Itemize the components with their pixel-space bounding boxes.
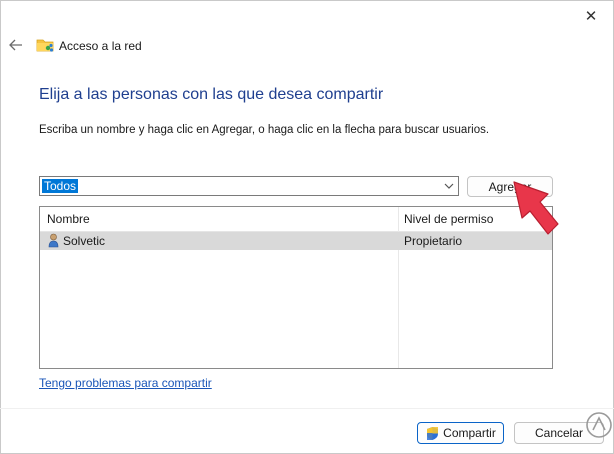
user-combobox[interactable]: Todos bbox=[39, 176, 459, 196]
row-name: Solvetic bbox=[63, 234, 106, 248]
uac-shield-icon bbox=[427, 426, 439, 440]
row-permission[interactable]: Propietario bbox=[404, 234, 462, 248]
user-icon bbox=[48, 233, 59, 248]
back-arrow-icon bbox=[9, 39, 22, 51]
help-link[interactable]: Tengo problemas para compartir bbox=[39, 376, 212, 390]
share-button[interactable]: Compartir bbox=[417, 422, 504, 444]
sharing-list[interactable]: Nombre Nivel de permiso Solvetic Propiet… bbox=[39, 206, 553, 369]
watermark-logo-icon bbox=[586, 412, 612, 438]
chevron-down-icon[interactable] bbox=[443, 180, 455, 192]
folder-network-icon bbox=[36, 39, 54, 52]
cancel-button-label: Cancelar bbox=[534, 426, 584, 440]
list-header: Nombre Nivel de permiso bbox=[40, 207, 552, 232]
column-header-name[interactable]: Nombre bbox=[47, 212, 90, 226]
share-button-label: Compartir bbox=[443, 426, 496, 440]
back-button[interactable] bbox=[6, 35, 26, 55]
pointer-arrow-annotation-icon bbox=[513, 181, 559, 235]
column-header-permission[interactable]: Nivel de permiso bbox=[404, 212, 493, 226]
close-button[interactable]: ✕ bbox=[576, 4, 606, 28]
window-title: Acceso a la red bbox=[59, 39, 142, 53]
close-icon: ✕ bbox=[584, 7, 598, 25]
page-heading: Elija a las personas con las que desea c… bbox=[39, 86, 384, 103]
combo-selected-value[interactable]: Todos bbox=[42, 179, 79, 193]
table-row[interactable]: Solvetic Propietario bbox=[40, 232, 552, 250]
instruction-text: Escriba un nombre y haga clic en Agregar… bbox=[39, 124, 490, 136]
footer-separator bbox=[0, 408, 614, 409]
